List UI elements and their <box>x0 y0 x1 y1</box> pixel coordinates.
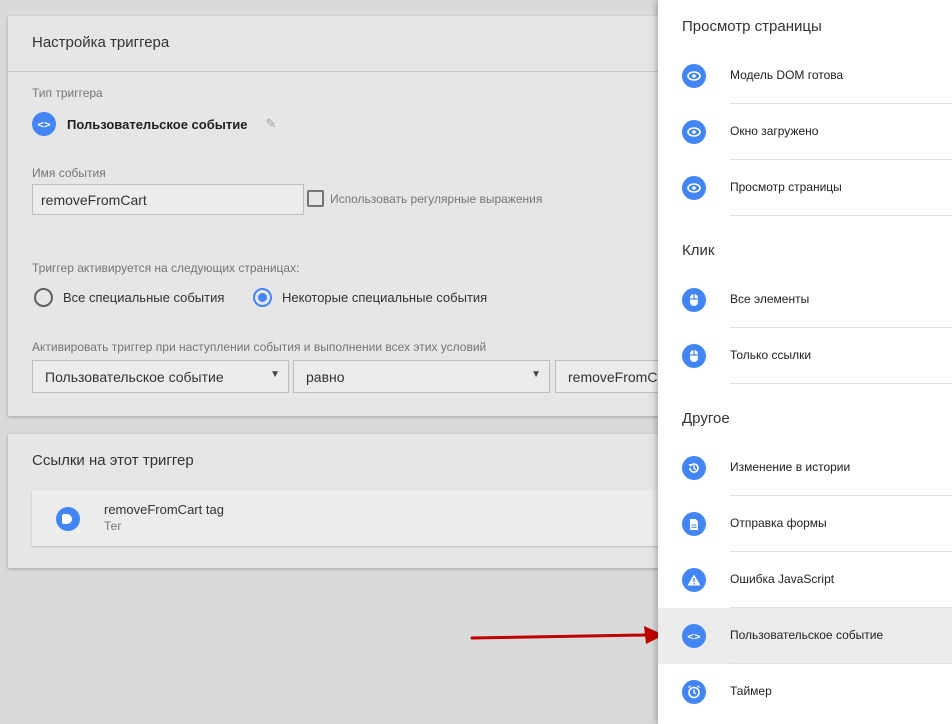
trigger-type-label: Тип триггера <box>32 86 103 100</box>
event-name-label: Имя события <box>32 166 106 180</box>
panel-item-label: Отправка формы <box>730 516 827 530</box>
form-icon <box>682 512 706 536</box>
panel-item-label: Все элементы <box>730 292 810 306</box>
radio-all-label: Все специальные события <box>63 290 225 305</box>
mouse-icon <box>682 344 706 368</box>
trigger-references-card: Ссылки на этот триггер removeFromCart ta… <box>8 434 668 568</box>
eye-icon <box>682 176 706 200</box>
panel-item-dom-ready[interactable]: Модель DOM готова <box>658 48 952 104</box>
panel-item-custom-event[interactable]: <> Пользовательское событие <box>658 608 952 664</box>
trigger-type-row[interactable]: <> Пользовательское событие ✎ <box>32 112 276 136</box>
condition-variable-value: Пользовательское событие <box>45 369 224 385</box>
condition-value-input[interactable]: removeFromCart <box>555 360 668 393</box>
regex-label: Использовать регулярные выражения <box>330 191 543 206</box>
panel-item-label: Ошибка JavaScript <box>730 572 835 586</box>
panel-item-history-change[interactable]: Изменение в истории <box>658 440 952 496</box>
section-title-pageview: Просмотр страницы <box>682 18 822 35</box>
panel-item-window-loaded[interactable]: Окно загружено <box>658 104 952 160</box>
trigger-type-value: Пользовательское событие <box>67 116 248 132</box>
reference-item[interactable]: removeFromCart tag Тег <box>32 490 668 546</box>
reference-name: removeFromCart tag <box>104 502 224 517</box>
condition-label: Активировать триггер при наступлении соб… <box>32 340 487 354</box>
fires-on-label: Триггер активируется на следующих страни… <box>32 261 300 275</box>
radio-all-button[interactable] <box>34 288 53 307</box>
panel-item-label: Окно загружено <box>730 124 819 138</box>
panel-item-form-submit[interactable]: Отправка формы <box>658 496 952 552</box>
reference-type: Тег <box>104 519 122 533</box>
trigger-config-title: Настройка триггера <box>8 16 668 72</box>
radio-some-events[interactable]: Некоторые специальные события <box>253 288 487 307</box>
panel-item-label: Модель DOM готова <box>730 68 844 82</box>
condition-variable-select[interactable]: Пользовательское событие ▼ <box>32 360 289 393</box>
panel-item-label: Только ссылки <box>730 348 812 362</box>
panel-item-links-only[interactable]: Только ссылки <box>658 328 952 384</box>
panel-item-js-error[interactable]: Ошибка JavaScript <box>658 552 952 608</box>
mouse-icon <box>682 288 706 312</box>
panel-item-label: Изменение в истории <box>730 460 851 474</box>
references-title: Ссылки на этот триггер <box>32 452 194 469</box>
trigger-type-panel: Просмотр страницы Модель DOM готова Окно… <box>658 0 952 724</box>
eye-icon <box>682 64 706 88</box>
panel-item-page-view[interactable]: Просмотр страницы <box>658 160 952 216</box>
caret-down-icon: ▼ <box>270 369 280 380</box>
trigger-config-card: Настройка триггера Тип триггера <> Польз… <box>8 16 668 416</box>
eye-icon <box>682 120 706 144</box>
panel-item-all-elements[interactable]: Все элементы <box>658 272 952 328</box>
warning-icon <box>682 568 706 592</box>
timer-icon <box>682 680 706 704</box>
regex-checkbox-row[interactable]: Использовать регулярные выражения <box>307 190 542 207</box>
section-title-click: Клик <box>682 242 715 259</box>
history-icon <box>682 456 706 480</box>
panel-item-label: Пользовательское событие <box>730 628 884 642</box>
condition-operator-select[interactable]: равно ▼ <box>293 360 550 393</box>
code-icon: <> <box>32 112 56 136</box>
radio-some-label: Некоторые специальные события <box>282 290 488 305</box>
condition-operator-value: равно <box>306 369 345 385</box>
panel-item-label: Просмотр страницы <box>730 180 842 194</box>
radio-some-button[interactable] <box>253 288 272 307</box>
divider <box>730 215 952 216</box>
red-arrow-annotation <box>470 626 664 644</box>
radio-all-events[interactable]: Все специальные события <box>34 288 224 307</box>
tag-icon <box>56 507 80 531</box>
section-title-other: Другое <box>682 410 730 427</box>
caret-down-icon: ▼ <box>531 369 541 380</box>
panel-item-timer[interactable]: Таймер <box>658 664 952 720</box>
pencil-icon[interactable]: ✎ <box>265 116 276 132</box>
regex-checkbox[interactable] <box>307 190 324 207</box>
divider <box>730 383 952 384</box>
panel-item-label: Таймер <box>730 684 772 698</box>
event-name-input[interactable]: removeFromCart <box>32 184 304 215</box>
code-icon: <> <box>682 624 706 648</box>
condition-value-text: removeFromCart <box>568 369 668 385</box>
